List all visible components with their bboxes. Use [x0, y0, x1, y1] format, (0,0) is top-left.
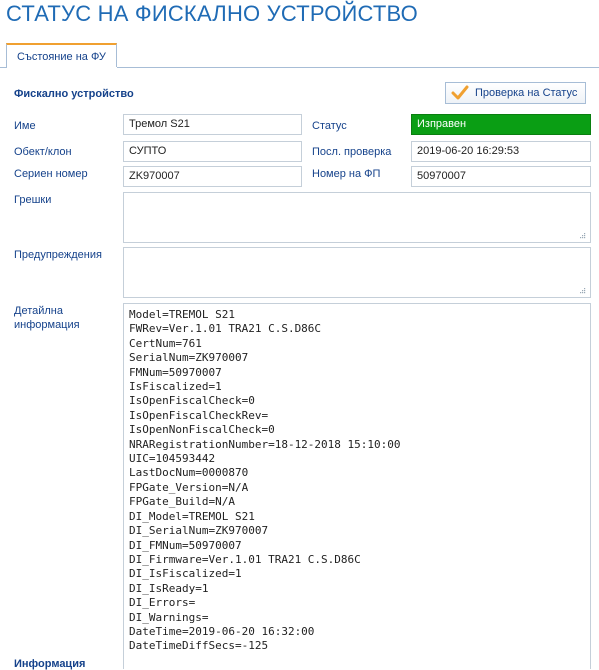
info-section-title: Информация: [14, 658, 86, 670]
status-field[interactable]: Изправен: [411, 114, 591, 135]
details-line: DateTimeDiffSecs=-125: [129, 639, 269, 653]
details-line: IsFiscalized=1: [129, 380, 222, 394]
fp-number-label: Номер на ФП: [312, 168, 381, 180]
details-line: UIC=104593442: [129, 452, 216, 466]
serial-field[interactable]: ZK970007: [123, 166, 302, 187]
details-line: DI_Warnings=: [129, 610, 209, 624]
details-line: LastDocNum=0000870: [129, 466, 249, 480]
details-line: DI_SerialNum=ZK970007: [129, 524, 269, 538]
details-line: DI_FMNum=50970007: [129, 538, 242, 552]
name-field[interactable]: Тремол S21: [123, 114, 302, 135]
last-check-field[interactable]: 2019-06-20 16:29:53: [411, 141, 591, 162]
warnings-label: Предупреждения: [14, 249, 102, 261]
details-line: FMNum=50970007: [129, 365, 222, 379]
details-label-line1: Детайлна: [14, 305, 63, 317]
status-label: Статус: [312, 120, 347, 132]
details-line: DI_IsFiscalized=1: [129, 567, 242, 581]
errors-textarea[interactable]: [123, 192, 591, 243]
tab-device-status[interactable]: Състояние на ФУ: [6, 43, 117, 68]
details-line: FPGate_Build=N/A: [129, 495, 235, 509]
details-textarea[interactable]: Model=TREMOL S21 FWRev=Ver.1.01 TRA21 C.S…: [123, 303, 591, 669]
check-status-label: Проверка на Статус: [475, 87, 578, 99]
details-line: FWRev=Ver.1.01 TRA21 C.S.D86C: [129, 322, 322, 336]
details-line: DateTime=2019-06-20 16:32:00: [129, 624, 315, 638]
checkmark-icon: [451, 85, 469, 100]
tab-active-indicator: [7, 67, 117, 69]
site-label: Обект/клон: [14, 146, 72, 158]
details-line: SerialNum=ZK970007: [129, 351, 249, 365]
page-title: СТАТУС НА ФИСКАЛНО УСТРОЙСТВО: [6, 1, 418, 26]
resize-grip-icon[interactable]: [579, 232, 586, 239]
fp-number-field[interactable]: 50970007: [411, 166, 591, 187]
site-field[interactable]: СУПТО: [123, 141, 302, 162]
errors-label: Грешки: [14, 194, 52, 206]
details-label-line2: информация: [14, 319, 80, 331]
details-line: CertNum=761: [129, 336, 202, 350]
warnings-textarea[interactable]: [123, 247, 591, 298]
section-title: Фискално устройство: [14, 88, 134, 100]
tab-strip: Състояние на ФУ: [0, 38, 599, 68]
name-label: Име: [14, 120, 36, 132]
serial-label: Сериен номер: [14, 168, 88, 180]
details-line: IsOpenNonFiscalCheck=0: [129, 423, 275, 437]
resize-grip-icon[interactable]: [579, 287, 586, 294]
details-line: DI_Firmware=Ver.1.01 TRA21 C.S.D86C: [129, 552, 361, 566]
details-line: Model=TREMOL S21: [129, 308, 235, 321]
details-line: FPGate_Version=N/A: [129, 480, 249, 494]
details-line: DI_Model=TREMOL S21: [129, 509, 255, 523]
last-check-label: Посл. проверка: [312, 146, 392, 158]
details-line: DI_Errors=: [129, 596, 196, 610]
details-line: NRARegistrationNumber=18-12-2018 15:10:0…: [129, 437, 401, 451]
details-line: IsOpenFiscalCheckRev=: [129, 408, 269, 422]
details-line: DI_IsReady=1: [129, 581, 209, 595]
check-status-button[interactable]: Проверка на Статус: [445, 82, 586, 104]
details-line: IsOpenFiscalCheck=0: [129, 394, 255, 408]
